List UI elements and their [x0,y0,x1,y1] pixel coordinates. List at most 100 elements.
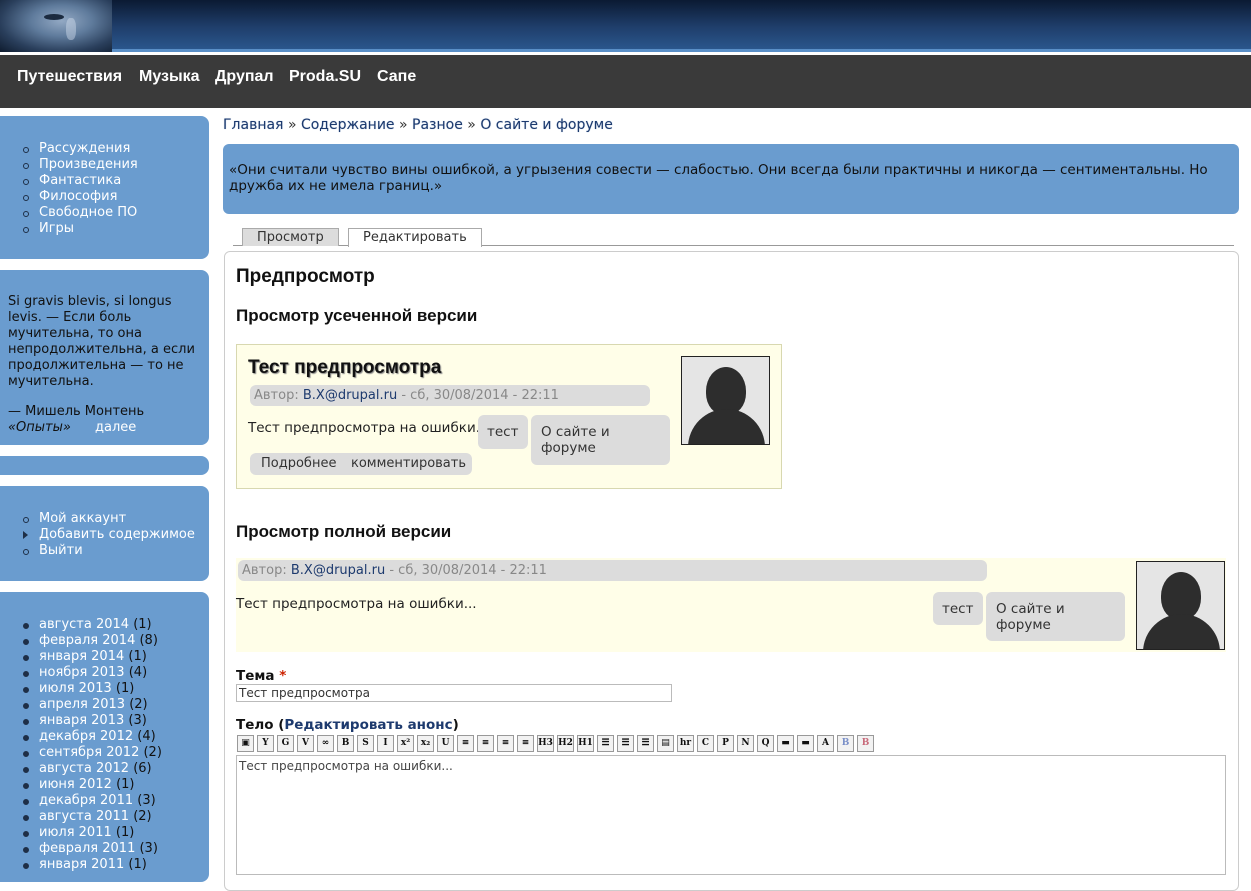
breadcrumb-about[interactable]: О сайте и форуме [480,117,613,133]
archive-month-link[interactable]: июня 2012 [39,777,112,792]
tag-test[interactable]: тест [478,415,529,449]
toolbar-ol2-button[interactable]: ☰ [637,735,654,752]
category-link[interactable]: Фантастика [39,173,121,188]
toolbar-page-button[interactable]: ▤ [657,735,674,752]
archive-month-link[interactable]: января 2013 [39,713,124,728]
category-link[interactable]: Игры [39,221,74,236]
add-content-link[interactable]: Добавить содержимое [39,527,195,542]
nav-item-sape[interactable]: Сапе [377,68,416,86]
main-nav: Путешествия Музыка Друпал Proda.SU Сапе [0,55,1251,108]
archive-item: ноября 2013 (4) [23,665,209,681]
nav-item-proda[interactable]: Proda.SU [289,68,361,86]
archive-count: (8) [139,633,158,648]
archive-month-link[interactable]: августа 2012 [39,761,129,776]
toolbar-P-button[interactable]: P [717,735,734,752]
toolbar-link-button[interactable]: ∞ [317,735,334,752]
archive-item: августа 2012 (6) [23,761,209,777]
archive-month-link[interactable]: февраля 2014 [39,633,135,648]
archive-month-link[interactable]: февраля 2011 [39,841,135,856]
archive-month-link[interactable]: декабря 2012 [39,729,133,744]
my-account-link[interactable]: Мой аккаунт [39,511,126,526]
toolbar-left-button[interactable]: ≡ [457,735,474,752]
toolbar-hr-button[interactable]: hr [677,735,694,752]
archive-item: февраля 2011 (3) [23,841,209,857]
category-link[interactable]: Произведения [39,157,138,172]
archive-month-link[interactable]: июля 2011 [39,825,112,840]
archive-count: (4) [137,729,156,744]
category-link[interactable]: Свободное ПО [39,205,137,220]
toolbar-Y-button[interactable]: Y [257,735,274,752]
category-link[interactable]: Рассуждения [39,141,130,156]
toolbar-x-button[interactable]: x² [397,735,414,752]
tab-view[interactable]: Просмотр [242,228,339,246]
author-link[interactable]: B.X@drupal.ru [291,563,385,578]
toolbar-V-button[interactable]: V [297,735,314,752]
category-link[interactable]: Философия [39,189,117,204]
archive-month-link[interactable]: января 2011 [39,857,124,872]
teaser-links: Подробнее комментировать [250,453,472,475]
quote-block: Si gravis blevis, si longus levis. — Есл… [0,270,209,445]
toolbar-clr1-button[interactable]: ▬ [777,735,794,752]
toolbar-I-button[interactable]: I [377,735,394,752]
toolbar-N-button[interactable]: N [737,735,754,752]
toolbar-G-button[interactable]: G [277,735,294,752]
breadcrumb-separator: » [399,117,408,133]
teaser-preview-heading: Просмотр усеченной версии [236,306,478,325]
sidebar-quote-more-link[interactable]: далее [95,420,136,435]
toolbar-Q-button[interactable]: Q [757,735,774,752]
author-link[interactable]: B.X@drupal.ru [303,388,397,403]
archive-count: (4) [128,665,148,680]
body-textarea[interactable]: Тест предпросмотра на ошибки... [236,755,1226,875]
archive-month-link[interactable]: ноября 2013 [39,665,125,680]
logout-link[interactable]: Выйти [39,543,83,558]
archive-month-link[interactable]: июля 2013 [39,681,112,696]
toolbar-x-button[interactable]: x₂ [417,735,434,752]
body-label: Тело (Редактировать анонс) [236,717,459,733]
tab-edit[interactable]: Редактировать [348,228,482,247]
full-preview: Автор: B.X@drupal.ru - сб, 30/08/2014 - … [236,558,1226,652]
archive-month-link[interactable]: сентября 2012 [39,745,139,760]
archive-month-link[interactable]: августа 2011 [39,809,129,824]
tag-about[interactable]: О сайте и форуме [986,592,1125,641]
nav-item-travel[interactable]: Путешествия [17,68,122,86]
toolbar-B-button[interactable]: B [337,735,354,752]
tag-test[interactable]: тест [933,592,984,625]
toolbar-img-button[interactable]: ▣ [237,735,254,752]
meta-date: - сб, 30/08/2014 - 22:11 [389,563,547,578]
toolbar-A-button[interactable]: A [817,735,834,752]
toolbar-right-button[interactable]: ≡ [497,735,514,752]
breadcrumb-content[interactable]: Содержание [301,117,395,133]
archive-month-link[interactable]: января 2014 [39,649,124,664]
nav-item-drupal[interactable]: Друпал [215,68,274,86]
tag-about[interactable]: О сайте и форуме [531,415,670,465]
toolbar-H3-button[interactable]: H3 [537,735,554,752]
nav-item-music[interactable]: Музыка [139,68,200,86]
teaser-preview: Тест предпросмотра Автор: B.X@drupal.ru … [236,344,782,489]
archive-item: января 2014 (1) [23,649,209,665]
title-input[interactable] [236,684,672,702]
archive-month-link[interactable]: апреля 2013 [39,697,125,712]
archive-month-link[interactable]: декабря 2011 [39,793,133,808]
comment-link[interactable]: комментировать [351,453,466,475]
paren-close: ) [452,717,459,733]
breadcrumb-home[interactable]: Главная [223,117,283,133]
toolbar-H1-button[interactable]: H1 [577,735,594,752]
toolbar-C-button[interactable]: C [697,735,714,752]
meta-prefix: Автор: [242,563,287,578]
toolbar-H2-button[interactable]: H2 [557,735,574,752]
toolbar-ul-button[interactable]: ☰ [597,735,614,752]
toolbar-center-button[interactable]: ≡ [477,735,494,752]
toolbar-ol-button[interactable]: ☰ [617,735,634,752]
breadcrumb-separator: » [287,117,297,133]
archive-month-link[interactable]: августа 2014 [39,617,129,632]
toolbar-B-button[interactable]: B [837,735,854,752]
toolbar-B-button[interactable]: B [857,735,874,752]
edit-summary-link[interactable]: Редактировать анонс [284,717,452,733]
read-more-link[interactable]: Подробнее [261,453,336,475]
toolbar-justify-button[interactable]: ≡ [517,735,534,752]
toolbar-U-button[interactable]: U [437,735,454,752]
toolbar-S-button[interactable]: S [357,735,374,752]
toolbar-clr2-button[interactable]: ▬ [797,735,814,752]
title-label-text: Тема [236,668,275,684]
breadcrumb-misc[interactable]: Разное [412,117,463,133]
